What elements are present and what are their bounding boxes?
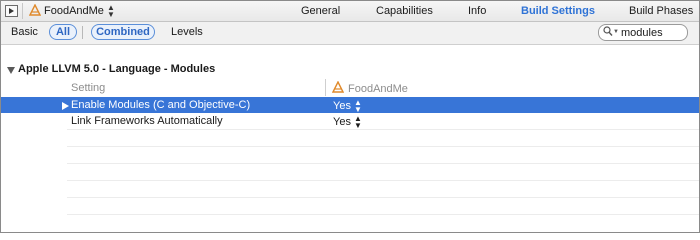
column-setting-label: Setting <box>71 82 106 94</box>
filter-all[interactable]: All <box>49 24 77 40</box>
editor-tab-bar: FoodAndMe ▲ ▼ General Capabilities Info B… <box>1 1 699 22</box>
chevron-updown-icon: ▲ ▼ <box>353 98 362 114</box>
section-title: Apple LLVM 5.0 - Language - Modules <box>18 63 216 75</box>
setting-value-popup[interactable]: Yes ▲ ▼ <box>333 114 362 130</box>
tab-general[interactable]: General <box>301 5 340 17</box>
filter-levels[interactable]: Levels <box>171 26 203 38</box>
build-settings-window: FoodAndMe ▲ ▼ General Capabilities Info B… <box>0 0 700 233</box>
setting-value-popup[interactable]: Yes ▲ ▼ <box>333 98 362 114</box>
empty-row <box>67 146 699 163</box>
search-icon <box>603 26 613 40</box>
app-target-icon <box>331 80 345 96</box>
column-target: FoodAndMe <box>331 80 408 96</box>
divider <box>325 79 326 96</box>
settings-table: Enable Modules (C and Objective-C) Yes ▲… <box>1 97 699 130</box>
filter-basic[interactable]: Basic <box>11 26 38 38</box>
empty-row <box>67 197 699 214</box>
section-header[interactable]: Apple LLVM 5.0 - Language - Modules <box>1 61 699 77</box>
chevron-down-icon: ▼ <box>613 29 619 35</box>
column-header: Setting FoodAndMe <box>1 79 699 96</box>
setting-value: Yes <box>333 116 351 128</box>
setting-label: Enable Modules (C and Objective-C) <box>71 99 251 111</box>
empty-row <box>67 129 699 146</box>
divider <box>82 26 83 39</box>
empty-table-area <box>67 129 699 232</box>
search-input[interactable] <box>621 25 683 40</box>
tab-info[interactable]: Info <box>468 5 486 17</box>
empty-row <box>67 180 699 197</box>
settings-filter-bar: Basic All Combined Levels ▼ <box>1 22 699 45</box>
setting-row-enable-modules[interactable]: Enable Modules (C and Objective-C) Yes ▲… <box>1 97 699 114</box>
disclosure-collapsed-icon[interactable] <box>62 101 69 113</box>
empty-row <box>67 214 699 231</box>
tab-build-settings[interactable]: Build Settings <box>521 5 595 17</box>
setting-row-link-frameworks[interactable]: Link Frameworks Automatically Yes ▲ ▼ <box>1 113 699 130</box>
empty-row <box>67 163 699 180</box>
search-field[interactable]: ▼ <box>598 24 688 41</box>
tab-capabilities[interactable]: Capabilities <box>376 5 433 17</box>
filter-combined[interactable]: Combined <box>91 24 155 40</box>
setting-value: Yes <box>333 100 351 112</box>
chevron-updown-icon: ▲ ▼ <box>353 114 362 130</box>
tab-build-phases[interactable]: Build Phases <box>629 5 693 17</box>
setting-label: Link Frameworks Automatically <box>71 115 223 127</box>
disclosure-expanded-icon[interactable] <box>7 65 15 77</box>
column-target-label: FoodAndMe <box>348 82 408 95</box>
